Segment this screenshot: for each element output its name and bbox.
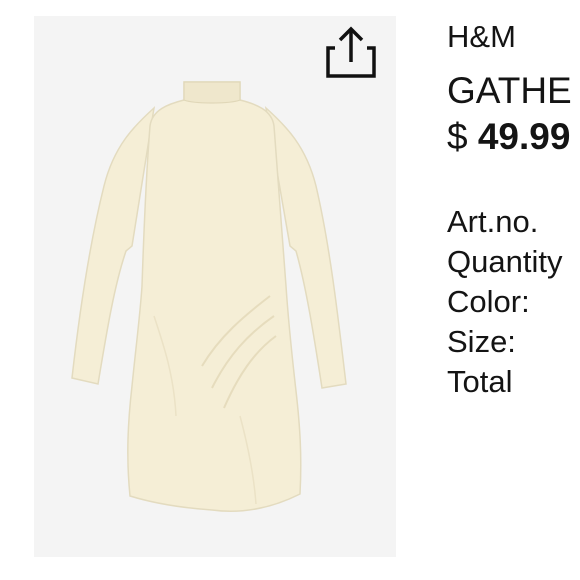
art-no-label: Art.no. [447,204,539,239]
dress-image [71,81,347,512]
product-info: H&M GATHE $ 49.99 Art.no. Quantity Color… [447,18,580,402]
size-label: Size: [447,324,516,359]
product-page: H&M GATHE $ 49.99 Art.no. Quantity Color… [0,0,580,580]
product-details: Art.no. Quantity Color: Size: Total [447,202,580,402]
share-icon [326,26,376,78]
price-currency: $ [447,116,468,157]
price-amount: 49.99 [477,116,571,157]
product-title[interactable]: GATHE [447,68,580,114]
share-button[interactable] [322,22,380,82]
color-label: Color: [447,284,530,319]
product-price: $ 49.99 [447,114,580,160]
product-image[interactable] [34,16,396,557]
total-label: Total [447,364,513,399]
brand-name[interactable]: H&M [447,18,580,56]
quantity-label: Quantity [447,244,563,279]
